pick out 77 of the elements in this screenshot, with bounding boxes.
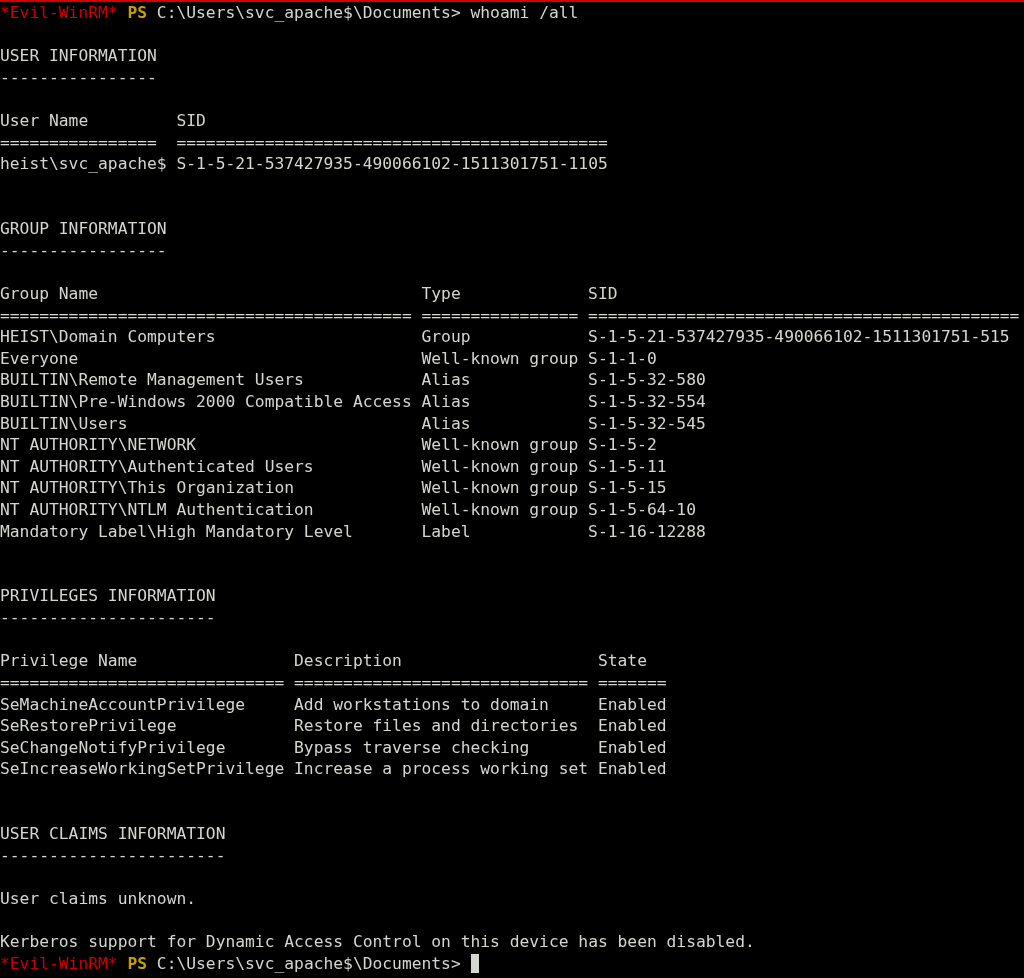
table-cell: Increase a process working set xyxy=(294,759,589,779)
table-cell: SeRestorePrivilege xyxy=(0,716,177,736)
table-cell: Well-known group xyxy=(421,456,579,476)
separator-line: ---------------------- xyxy=(0,607,216,629)
table-cell: Label xyxy=(421,521,471,541)
column-header: Group Name xyxy=(0,283,99,303)
table-cell: Add workstations to domain xyxy=(294,694,549,714)
table-cell: Enabled xyxy=(597,759,667,779)
table-cell: Enabled xyxy=(597,737,667,757)
section-title: GROUP INFORMATION xyxy=(0,218,167,240)
command-text: whoami /all xyxy=(470,2,579,24)
table-cell: BUILTIN\Pre-Windows 2000 Compatible Access xyxy=(0,391,412,411)
prompt-path: C:\Users\svc_apache$\Documents> xyxy=(156,952,461,975)
separator-line: ============================= xyxy=(0,672,285,692)
table-cell: SeChangeNotifyPrivilege xyxy=(0,737,226,757)
table-cell: Alias xyxy=(421,391,471,411)
table-cell: heist\svc_apache$ xyxy=(0,154,167,174)
separator-line: ============================================ xyxy=(588,305,1020,325)
column-header: State xyxy=(597,651,647,671)
separator-line: ============================================ xyxy=(176,132,608,152)
table-cell: S-1-5-21-537427935-490066102-1511301751-1105 xyxy=(176,154,608,174)
table-cell: Bypass traverse checking xyxy=(294,737,530,757)
separator-line: ----------------------- xyxy=(0,844,226,867)
table-cell: BUILTIN\Users xyxy=(0,413,128,433)
table-cell: NT AUTHORITY\Authenticated Users xyxy=(0,456,314,476)
separator-line: ======= xyxy=(597,672,667,692)
table-cell: S-1-5-32-554 xyxy=(588,391,706,411)
separator-line: ================ xyxy=(421,305,579,325)
section-title: USER INFORMATION xyxy=(0,45,157,67)
column-header: SID xyxy=(588,283,618,303)
table-cell: NT AUTHORITY\NTLM Authentication xyxy=(0,500,314,519)
column-header: User Name xyxy=(0,111,89,131)
column-header: SID xyxy=(176,111,206,131)
table-cell: Well-known group xyxy=(421,478,579,498)
table-cell: S-1-16-12288 xyxy=(588,521,706,541)
separator-line: ========================================== xyxy=(0,305,412,325)
table-cell: Enabled xyxy=(597,694,667,714)
table-cell: S-1-5-32-545 xyxy=(588,413,706,433)
table-cell: Restore files and directories xyxy=(294,716,579,736)
table-cell: SeIncreaseWorkingSetPrivilege xyxy=(0,759,285,779)
table-cell: Mandatory Label\High Mandatory Level xyxy=(0,521,353,541)
table-cell: Everyone xyxy=(0,348,79,368)
separator-line: ================ xyxy=(0,132,157,152)
table-cell: S-1-1-0 xyxy=(588,348,657,368)
table-cell: Alias xyxy=(421,370,471,390)
shell-name: *Evil-WinRM* xyxy=(0,2,118,24)
table-cell: Well-known group xyxy=(421,348,579,368)
table-cell: Well-known group xyxy=(421,435,579,455)
table-cell: S-1-5-11 xyxy=(588,456,667,476)
column-header: Description xyxy=(294,651,402,671)
table-cell: S-1-5-21-537427935-490066102-1511301751-515 xyxy=(588,327,1010,347)
separator-line: ----------------- xyxy=(0,239,167,262)
table-cell: NT AUTHORITY\NETWORK xyxy=(0,435,197,455)
column-header: Privilege Name xyxy=(0,651,138,671)
table-cell: NT AUTHORITY\This Organization xyxy=(0,478,295,498)
table-cell: HEIST\Domain Computers xyxy=(0,327,216,347)
ps-label: PS xyxy=(127,2,148,24)
section-title: USER CLAIMS INFORMATION xyxy=(0,823,226,845)
table-cell: SeMachineAccountPrivilege xyxy=(0,694,246,714)
shell-name: *Evil-WinRM* xyxy=(0,952,118,975)
column-header: Type xyxy=(421,283,461,303)
section-title: PRIVILEGES INFORMATION xyxy=(0,585,216,608)
table-cell: S-1-5-32-580 xyxy=(588,370,706,390)
message-text: Kerberos support for Dynamic Access Control on this device has been disabled. xyxy=(0,931,755,953)
prompt-path: C:\Users\svc_apache$\Documents> xyxy=(156,2,461,24)
separator-line: ---------------- xyxy=(0,66,157,89)
message-text: User claims unknown. xyxy=(0,888,197,910)
table-cell: S-1-5-2 xyxy=(588,435,657,455)
table-cell: Group xyxy=(421,327,471,347)
table-cell: Well-known group xyxy=(421,500,579,519)
separator-line: ============================== xyxy=(294,672,589,692)
table-cell: S-1-5-15 xyxy=(588,478,667,498)
table-cell: Enabled xyxy=(597,716,667,736)
table-cell: S-1-5-64-10 xyxy=(588,500,696,519)
table-cell: BUILTIN\Remote Management Users xyxy=(0,370,304,390)
ps-label: PS xyxy=(127,952,148,975)
table-cell: Alias xyxy=(421,413,471,433)
